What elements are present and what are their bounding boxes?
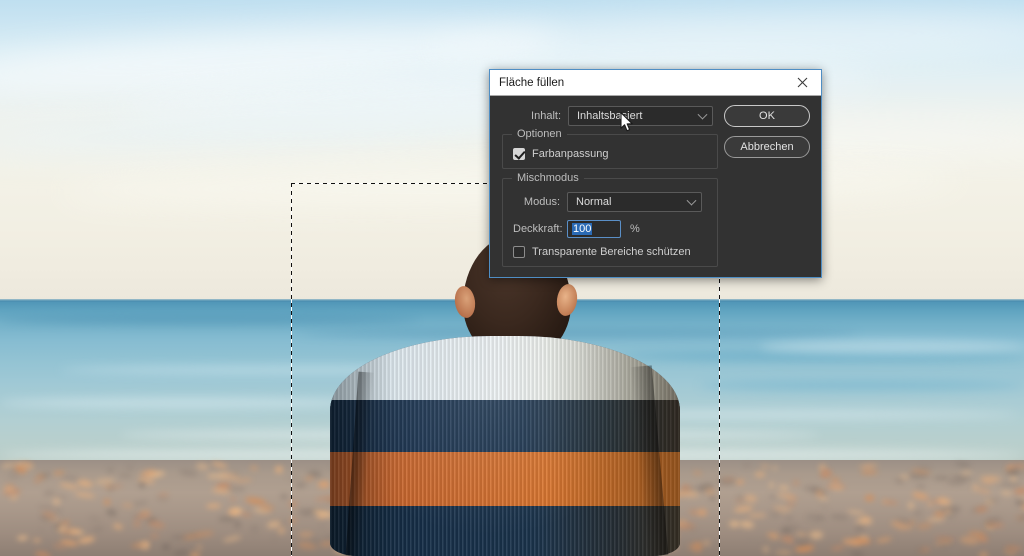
dialog-title: Fläche füllen xyxy=(499,76,565,89)
blend-mode-group-title: Mischmodus xyxy=(512,172,584,184)
content-label: Inhalt: xyxy=(531,110,561,122)
opacity-row: Deckkraft: 100 % xyxy=(513,220,707,238)
cancel-button[interactable]: Abbrechen xyxy=(724,136,810,158)
fill-dialog: Fläche füllen OK Abbrechen Inhalt: Inhal… xyxy=(489,69,822,278)
opacity-label: Deckkraft: xyxy=(513,223,563,235)
arrow-cursor xyxy=(620,112,634,133)
options-group: Optionen Farbanpassung xyxy=(502,128,718,169)
striped-sweater xyxy=(330,336,680,556)
content-row: Inhalt: Inhaltsbasiert xyxy=(502,106,718,126)
opacity-input[interactable]: 100 xyxy=(567,220,621,238)
mode-label: Modus: xyxy=(523,196,560,208)
mode-row: Modus: Normal xyxy=(513,192,707,212)
content-select[interactable]: Inhaltsbasiert xyxy=(568,106,713,126)
options-group-title: Optionen xyxy=(512,128,567,140)
screenshot-stage: Fläche füllen OK Abbrechen Inhalt: Inhal… xyxy=(0,0,1024,556)
color-adaptation-checkbox[interactable] xyxy=(513,148,525,160)
sweater-stripe-white xyxy=(330,336,680,400)
protect-transparent-checkbox[interactable] xyxy=(513,246,525,258)
protect-transparent-label: Transparente Bereiche schützen xyxy=(532,246,691,258)
close-icon[interactable] xyxy=(783,70,821,95)
opacity-unit: % xyxy=(630,223,640,235)
sweater-stripe-navy xyxy=(330,506,680,556)
chevron-down-icon xyxy=(686,195,697,206)
dialog-body: OK Abbrechen Inhalt: Inhaltsbasiert Opti… xyxy=(490,96,821,284)
blend-mode-group: Mischmodus Modus: Normal Deckkraft: 100 … xyxy=(502,172,718,267)
sweater-stripe-navy xyxy=(330,400,680,452)
chevron-down-icon xyxy=(697,109,708,120)
sweater-stripe-orange xyxy=(330,452,680,506)
opacity-value: 100 xyxy=(572,223,593,235)
mode-select-value: Normal xyxy=(576,196,612,208)
mode-select[interactable]: Normal xyxy=(567,192,702,212)
dialog-button-column: OK Abbrechen xyxy=(724,105,810,158)
color-adaptation-label: Farbanpassung xyxy=(532,148,609,160)
ok-button[interactable]: OK xyxy=(724,105,810,127)
color-adaptation-row[interactable]: Farbanpassung xyxy=(513,148,707,160)
dialog-titlebar[interactable]: Fläche füllen xyxy=(490,70,821,96)
protect-transparent-row[interactable]: Transparente Bereiche schützen xyxy=(513,246,707,258)
